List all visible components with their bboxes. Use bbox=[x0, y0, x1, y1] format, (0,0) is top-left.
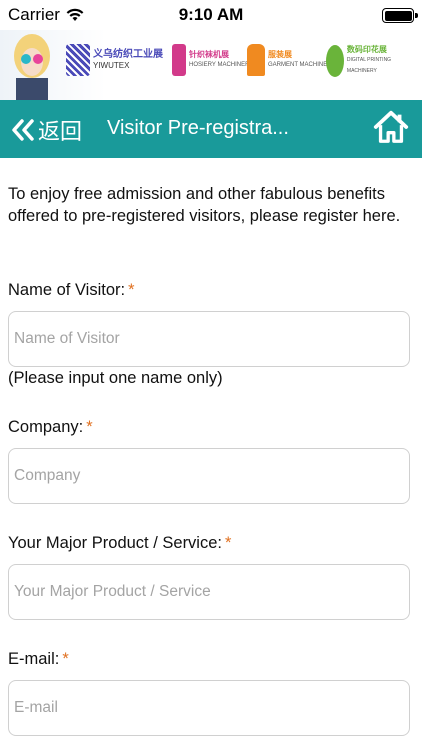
product-label: Your Major Product / Service: * bbox=[8, 534, 410, 556]
garment-logo-icon bbox=[247, 44, 265, 76]
printing-cn: 数码印花展 bbox=[346, 45, 387, 54]
hosiery-logo-icon bbox=[172, 44, 186, 76]
email-label-text: E-mail: bbox=[8, 650, 60, 668]
header-banner: 义乌纺织工业展 YIWUTEX 针织袜机展 HOSIERY MACHINERY … bbox=[0, 30, 422, 100]
battery-icon bbox=[382, 8, 418, 23]
name-label: Name of Visitor: * bbox=[8, 281, 410, 303]
status-time: 9:10 AM bbox=[178, 5, 244, 24]
page-title: Visitor Pre-registra... bbox=[107, 117, 289, 139]
company-label-text: Company: bbox=[8, 418, 84, 436]
name-hint: (Please input one name only) bbox=[8, 369, 223, 387]
nav-bar: 返回 Visitor Pre-registra... bbox=[0, 100, 422, 158]
yiwutex-en: YIWUTEX bbox=[93, 61, 130, 70]
required-marker: * bbox=[224, 534, 232, 552]
printing-logo: 数码印花展 DIGITAL PRINTING MACHINERY bbox=[326, 44, 422, 77]
hosiery-logo: 针织袜机展 HOSIERY MACHINERY bbox=[172, 44, 253, 76]
yiwutex-logo-icon bbox=[66, 44, 90, 76]
printing-logo-icon bbox=[326, 44, 344, 77]
name-input[interactable] bbox=[8, 311, 410, 367]
hosiery-en: HOSIERY MACHINERY bbox=[189, 62, 254, 68]
email-field-group: E-mail: * bbox=[8, 650, 410, 736]
required-marker: * bbox=[86, 418, 93, 436]
company-label: Company: * bbox=[8, 418, 410, 440]
yiwutex-cn: 义乌纺织工业展 bbox=[93, 49, 163, 60]
product-input[interactable] bbox=[8, 564, 410, 620]
model-photo-icon bbox=[14, 34, 50, 100]
home-icon[interactable] bbox=[372, 108, 410, 146]
company-field-group: Company: * bbox=[8, 418, 410, 504]
name-field-group: Name of Visitor:* (Please input one name… bbox=[8, 281, 410, 388]
double-chevron-left-icon bbox=[12, 119, 34, 141]
product-field-group: Your Major Product / Service: * bbox=[8, 534, 410, 620]
yiwutex-logo: 义乌纺织工业展 YIWUTEX bbox=[66, 44, 163, 76]
back-label: 返回 bbox=[38, 119, 83, 144]
printing-en: DIGITAL PRINTING MACHINERY bbox=[346, 57, 392, 74]
garment-logo: 服装展 GARMENT MACHINERY bbox=[247, 44, 335, 76]
intro-text: To enjoy free admission and other fabulo… bbox=[8, 185, 401, 225]
email-input[interactable] bbox=[8, 680, 410, 736]
status-bar: Carrier 9:10 AM bbox=[0, 0, 422, 30]
email-label: E-mail: * bbox=[8, 650, 410, 672]
back-button[interactable]: 返回 bbox=[10, 114, 82, 146]
name-label-text: Name of Visitor: bbox=[8, 281, 126, 299]
required-marker: * bbox=[128, 281, 135, 299]
hosiery-cn: 针织袜机展 bbox=[189, 50, 229, 59]
product-label-text: Your Major Product / Service: bbox=[8, 534, 222, 552]
company-input[interactable] bbox=[8, 448, 410, 504]
required-marker: * bbox=[62, 650, 69, 668]
